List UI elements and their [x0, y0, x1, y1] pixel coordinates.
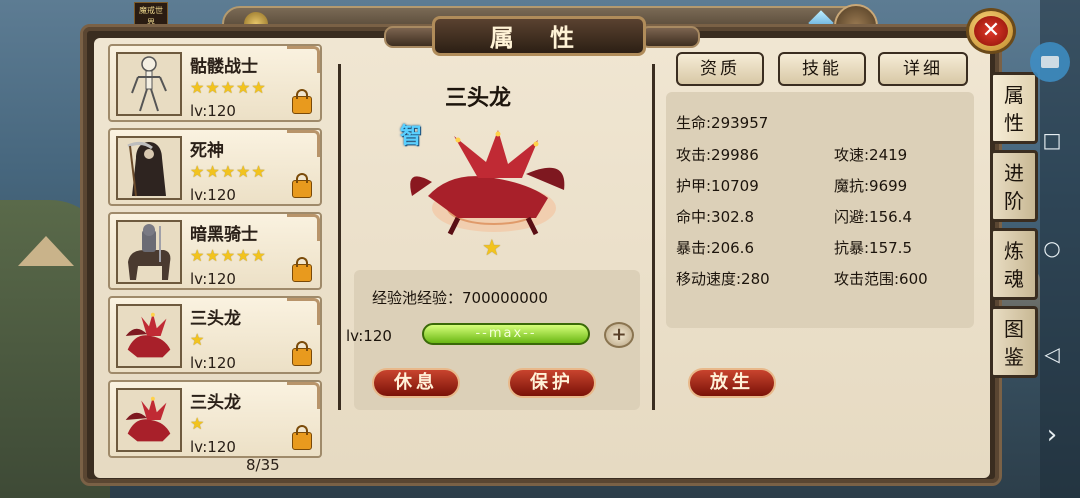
stat-attack: 攻击:29986: [676, 146, 759, 164]
side-tab-label: 魂: [1004, 267, 1024, 291]
list-pager: 8/35: [246, 456, 280, 474]
title-ornament-right: [640, 26, 700, 48]
hero-name: 三头龙: [190, 309, 241, 329]
pet-star: ★: [482, 236, 502, 261]
three-headed-dragon-portrait: [116, 304, 182, 368]
expand-arrow-icon[interactable]: ›: [1042, 420, 1062, 450]
lock-icon[interactable]: [292, 89, 312, 114]
level-progress-bar: --max--: [422, 323, 590, 345]
side-tab-soul-refine[interactable]: 炼 魂: [990, 228, 1038, 300]
hero-stars: ★★★★★: [190, 246, 267, 265]
side-tab-label: 属: [1004, 83, 1024, 107]
stat-attack-range: 攻击范围:600: [834, 270, 928, 288]
side-tab-attributes[interactable]: 属 性: [990, 72, 1038, 144]
dark-knight-portrait: [116, 220, 182, 284]
lock-icon[interactable]: [292, 173, 312, 198]
screen-record-button[interactable]: [1030, 42, 1070, 82]
stat-hp: 生命:293957: [676, 114, 769, 132]
stat-move-speed: 移动速度:280: [676, 270, 770, 288]
side-tab-label: 鉴: [1004, 345, 1024, 369]
hero-card[interactable]: 三头龙 ★ lv:120: [108, 380, 322, 458]
hero-stars: ★: [190, 330, 206, 349]
hero-card[interactable]: 暗黑骑士 ★★★★★ lv:120: [108, 212, 322, 290]
hero-stars: ★★★★★: [190, 162, 267, 181]
hero-name: 三头龙: [190, 393, 241, 413]
hero-name: 死神: [190, 141, 224, 161]
card-corner-ornament: [287, 46, 320, 73]
pet-level: lv:120: [346, 327, 392, 345]
hero-stars: ★: [190, 414, 206, 433]
recents-icon[interactable]: □: [1042, 128, 1062, 152]
stat-attack-speed: 攻速:2419: [834, 146, 908, 164]
card-corner-ornament: [287, 298, 320, 325]
stat-armor: 护甲:10709: [676, 177, 759, 195]
tab-skills[interactable]: 技能: [778, 52, 866, 86]
column-divider: [652, 64, 655, 410]
back-icon[interactable]: ◁: [1042, 342, 1062, 366]
hero-stars: ★★★★★: [190, 78, 267, 97]
stat-dodge: 闪避:156.4: [834, 208, 912, 226]
side-tab-label: 炼: [1004, 239, 1024, 263]
add-exp-button[interactable]: +: [604, 322, 634, 348]
lock-icon[interactable]: [292, 341, 312, 366]
column-divider: [338, 64, 341, 410]
camera-icon: [1041, 56, 1059, 68]
lock-icon[interactable]: [292, 257, 312, 282]
side-tab-label: 进: [1004, 161, 1024, 185]
hero-card[interactable]: 三头龙 ★ lv:120: [108, 296, 322, 374]
exp-pool-label: 经验池经验：700000000: [372, 289, 548, 307]
window-title: 属 性: [432, 16, 646, 56]
stat-magic-resist: 魔抗:9699: [834, 177, 908, 195]
skeleton-warrior-portrait: [116, 52, 182, 116]
lock-icon[interactable]: [292, 425, 312, 450]
hero-name: 暗黑骑士: [190, 225, 258, 245]
hero-level: lv:120: [190, 354, 236, 372]
background-tent: [18, 236, 74, 266]
card-corner-ornament: [287, 214, 320, 241]
side-tab-label: 阶: [1004, 189, 1024, 213]
rest-button[interactable]: 休息: [372, 368, 460, 398]
side-tab-label: 性: [1004, 111, 1024, 135]
hero-list[interactable]: 骷髅战士 ★★★★★ lv:120 死神 ★★★★★ lv:120 暗黑骑士 ★…: [104, 40, 322, 460]
side-tab-advance[interactable]: 进 阶: [990, 150, 1038, 222]
dragon-artwork: [398, 126, 576, 246]
side-tab-label: 图: [1004, 317, 1024, 341]
stat-crit: 暴击:206.6: [676, 239, 754, 257]
protect-button[interactable]: 保护: [508, 368, 596, 398]
card-corner-ornament: [287, 382, 320, 409]
tab-aptitude[interactable]: 资质: [676, 52, 764, 86]
tab-details[interactable]: 详细: [878, 52, 968, 86]
hero-level: lv:120: [190, 438, 236, 456]
release-button[interactable]: 放生: [688, 368, 776, 398]
hero-level: lv:120: [190, 102, 236, 120]
death-reaper-portrait: [116, 136, 182, 200]
hero-level: lv:120: [190, 270, 236, 288]
close-button[interactable]: ✕: [966, 8, 1016, 54]
side-tab-codex[interactable]: 图 鉴: [990, 306, 1038, 378]
stat-crit-resist: 抗暴:157.5: [834, 239, 912, 257]
card-corner-ornament: [287, 130, 320, 157]
hero-card[interactable]: 骷髅战士 ★★★★★ lv:120: [108, 44, 322, 122]
hero-card[interactable]: 死神 ★★★★★ lv:120: [108, 128, 322, 206]
stat-hit: 命中:302.8: [676, 208, 754, 226]
home-icon[interactable]: ○: [1042, 236, 1062, 260]
hero-name: 骷髅战士: [190, 57, 258, 77]
close-icon: ✕: [974, 16, 1008, 46]
pet-name: 三头龙: [445, 86, 512, 111]
three-headed-dragon-portrait: [116, 388, 182, 452]
hero-level: lv:120: [190, 186, 236, 204]
